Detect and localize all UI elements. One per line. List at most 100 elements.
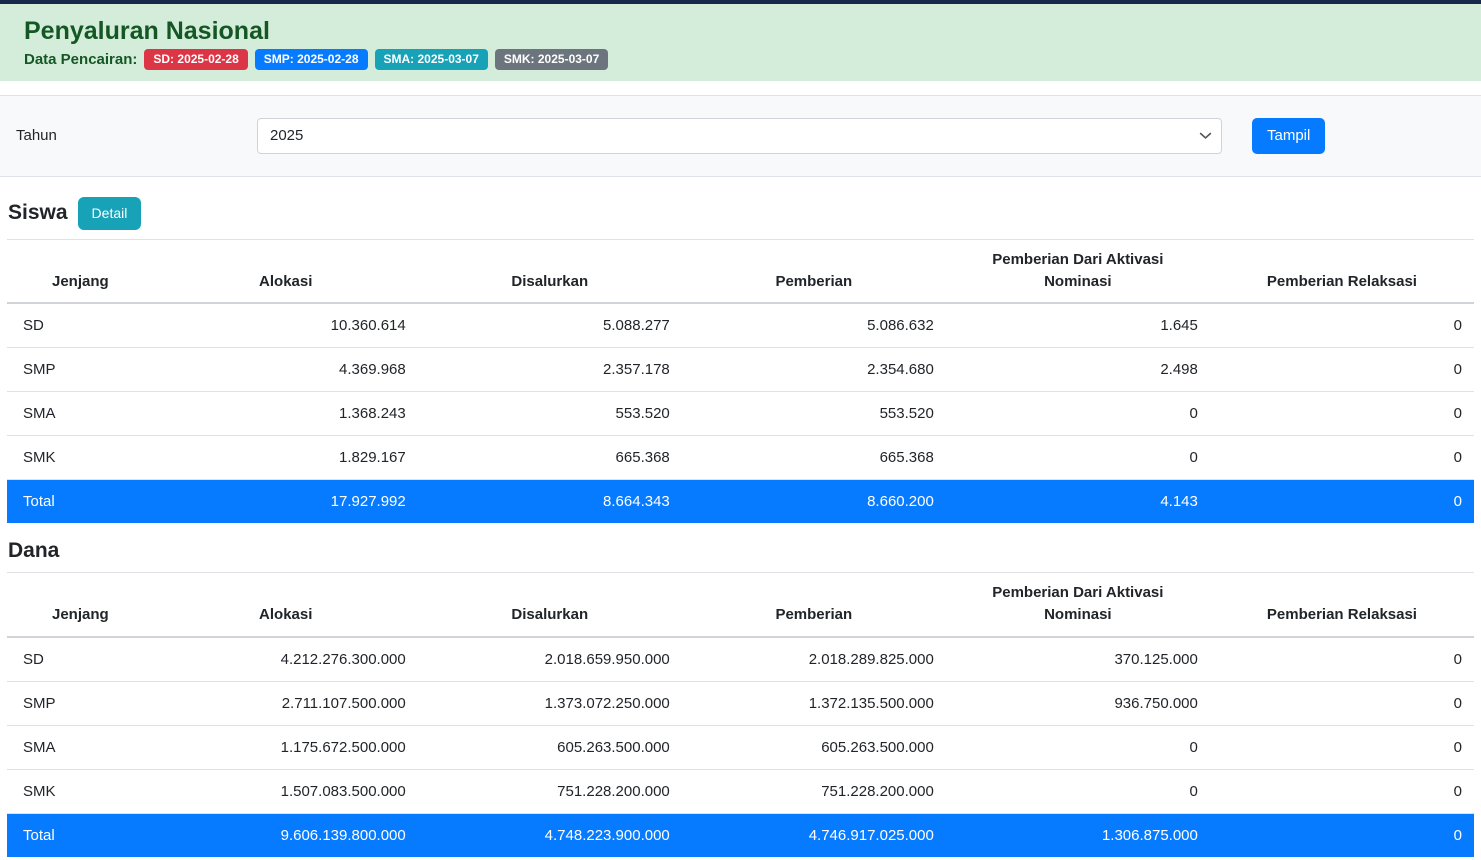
cell-pemberian: 5.086.632: [682, 303, 946, 348]
col-pemberian: Pemberian: [682, 573, 946, 637]
table-row-smp: SMP 4.369.968 2.357.178 2.354.680 2.498 …: [7, 348, 1474, 392]
cell-jenjang: SMA: [7, 392, 154, 436]
dana-header-row: Jenjang Alokasi Disalurkan Pemberian Pem…: [7, 573, 1474, 637]
col-disalurkan: Disalurkan: [418, 573, 682, 637]
year-select[interactable]: 2025: [257, 118, 1222, 154]
cell-jenjang: SMP: [7, 681, 154, 725]
siswa-header-row: Jenjang Alokasi Disalurkan Pemberian Pem…: [7, 239, 1474, 303]
cell-jenjang: Total: [7, 480, 154, 524]
cell-relaksasi: 0: [1210, 436, 1474, 480]
cell-alokasi: 4.212.276.300.000: [154, 637, 418, 682]
cell-alokasi: 1.829.167: [154, 436, 418, 480]
cell-disalurkan: 751.228.200.000: [418, 769, 682, 813]
cell-aktivasi: 1.306.875.000: [946, 813, 1210, 857]
cell-jenjang: Total: [7, 813, 154, 857]
col-pemberian: Pemberian: [682, 239, 946, 303]
cell-relaksasi: 0: [1210, 725, 1474, 769]
cell-disalurkan: 553.520: [418, 392, 682, 436]
col-pemberian-relaksasi: Pemberian Relaksasi: [1210, 573, 1474, 637]
table-row-sd: SD 10.360.614 5.088.277 5.086.632 1.645 …: [7, 303, 1474, 348]
cell-alokasi: 1.368.243: [154, 392, 418, 436]
table-row-smk: SMK 1.507.083.500.000 751.228.200.000 75…: [7, 769, 1474, 813]
cell-jenjang: SMK: [7, 436, 154, 480]
cell-pemberian: 8.660.200: [682, 480, 946, 524]
cell-relaksasi: 0: [1210, 480, 1474, 524]
spacer: [0, 81, 1481, 95]
cell-alokasi: 17.927.992: [154, 480, 418, 524]
col-jenjang: Jenjang: [7, 573, 154, 637]
cell-relaksasi: 0: [1210, 392, 1474, 436]
cell-relaksasi: 0: [1210, 769, 1474, 813]
cell-pemberian: 553.520: [682, 392, 946, 436]
main-content: Siswa Detail Jenjang Alokasi Disalurkan …: [0, 197, 1481, 857]
cell-aktivasi: 0: [946, 769, 1210, 813]
cell-pemberian: 605.263.500.000: [682, 725, 946, 769]
col-jenjang: Jenjang: [7, 239, 154, 303]
cell-relaksasi: 0: [1210, 813, 1474, 857]
col-disalurkan: Disalurkan: [418, 239, 682, 303]
col-pemberian-aktivasi: Pemberian Dari Aktivasi Nominasi: [946, 239, 1210, 303]
cell-pemberian: 665.368: [682, 436, 946, 480]
cell-aktivasi: 0: [946, 436, 1210, 480]
cell-pemberian: 4.746.917.025.000: [682, 813, 946, 857]
cell-pemberian: 2.018.289.825.000: [682, 637, 946, 682]
cell-aktivasi: 2.498: [946, 348, 1210, 392]
table-row-smk: SMK 1.829.167 665.368 665.368 0 0: [7, 436, 1474, 480]
cell-aktivasi: 0: [946, 725, 1210, 769]
cell-jenjang: SMP: [7, 348, 154, 392]
cell-alokasi: 1.507.083.500.000: [154, 769, 418, 813]
badge-sma-date: SMA: 2025-03-07: [375, 49, 488, 70]
cell-disalurkan: 2.357.178: [418, 348, 682, 392]
cell-alokasi: 10.360.614: [154, 303, 418, 348]
cell-disalurkan: 1.373.072.250.000: [418, 681, 682, 725]
cell-jenjang: SMK: [7, 769, 154, 813]
cell-aktivasi: 936.750.000: [946, 681, 1210, 725]
badge-sd-date: SD: 2025-02-28: [144, 49, 247, 70]
data-pencairan-row: Data Pencairan: SD: 2025-02-28 SMP: 2025…: [24, 49, 1457, 70]
cell-alokasi: 4.369.968: [154, 348, 418, 392]
cell-disalurkan: 2.018.659.950.000: [418, 637, 682, 682]
table-row-sma: SMA 1.175.672.500.000 605.263.500.000 60…: [7, 725, 1474, 769]
page-title: Penyaluran Nasional: [24, 17, 1457, 46]
cell-aktivasi: 0: [946, 392, 1210, 436]
cell-alokasi: 9.606.139.800.000: [154, 813, 418, 857]
cell-pemberian: 1.372.135.500.000: [682, 681, 946, 725]
cell-pemberian: 751.228.200.000: [682, 769, 946, 813]
year-label: Tahun: [0, 127, 257, 144]
col-alokasi: Alokasi: [154, 239, 418, 303]
cell-pemberian: 2.354.680: [682, 348, 946, 392]
col-pemberian-aktivasi: Pemberian Dari Aktivasi Nominasi: [946, 573, 1210, 637]
cell-disalurkan: 5.088.277: [418, 303, 682, 348]
cell-disalurkan: 605.263.500.000: [418, 725, 682, 769]
dana-table: Jenjang Alokasi Disalurkan Pemberian Pem…: [7, 572, 1474, 857]
cell-disalurkan: 8.664.343: [418, 480, 682, 524]
detail-button[interactable]: Detail: [78, 197, 142, 230]
badge-smp-date: SMP: 2025-02-28: [255, 49, 368, 70]
siswa-title: Siswa: [8, 201, 68, 225]
year-select-wrap: 2025: [257, 118, 1222, 154]
cell-relaksasi: 0: [1210, 348, 1474, 392]
cell-jenjang: SMA: [7, 725, 154, 769]
cell-alokasi: 2.711.107.500.000: [154, 681, 418, 725]
cell-relaksasi: 0: [1210, 303, 1474, 348]
data-pencairan-label: Data Pencairan:: [24, 51, 137, 68]
cell-disalurkan: 665.368: [418, 436, 682, 480]
tampil-button[interactable]: Tampil: [1252, 118, 1325, 154]
filter-bar: Tahun 2025 Tampil: [0, 95, 1481, 177]
siswa-section-header: Siswa Detail: [8, 197, 1474, 230]
table-row-sma: SMA 1.368.243 553.520 553.520 0 0: [7, 392, 1474, 436]
page-banner: Penyaluran Nasional Data Pencairan: SD: …: [0, 4, 1481, 81]
badge-smk-date: SMK: 2025-03-07: [495, 49, 608, 70]
cell-jenjang: SD: [7, 303, 154, 348]
cell-alokasi: 1.175.672.500.000: [154, 725, 418, 769]
cell-jenjang: SD: [7, 637, 154, 682]
siswa-table: Jenjang Alokasi Disalurkan Pemberian Pem…: [7, 239, 1474, 524]
cell-relaksasi: 0: [1210, 637, 1474, 682]
cell-relaksasi: 0: [1210, 681, 1474, 725]
col-alokasi: Alokasi: [154, 573, 418, 637]
cell-disalurkan: 4.748.223.900.000: [418, 813, 682, 857]
total-row: Total 17.927.992 8.664.343 8.660.200 4.1…: [7, 480, 1474, 524]
dana-title: Dana: [8, 539, 1474, 563]
table-row-sd: SD 4.212.276.300.000 2.018.659.950.000 2…: [7, 637, 1474, 682]
table-row-smp: SMP 2.711.107.500.000 1.373.072.250.000 …: [7, 681, 1474, 725]
